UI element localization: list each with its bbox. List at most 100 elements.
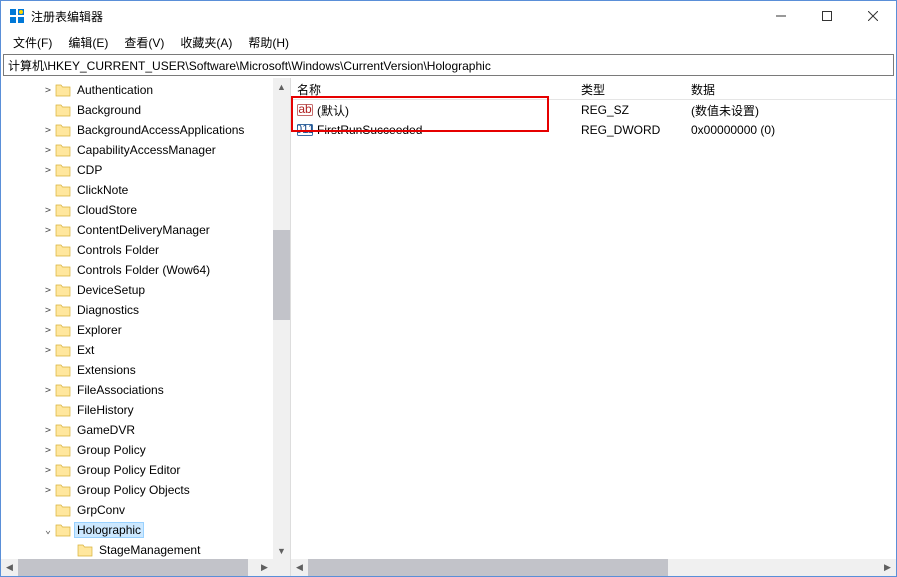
scroll-up-button[interactable]: ▲ <box>273 78 290 95</box>
tree-item[interactable]: > GameDVR <box>1 420 290 440</box>
menu-bar: 文件(F) 编辑(E) 查看(V) 收藏夹(A) 帮助(H) <box>1 31 896 53</box>
tree-item-label: CloudStore <box>75 203 139 217</box>
expand-icon[interactable]: > <box>41 85 55 96</box>
minimize-button[interactable] <box>758 1 804 31</box>
folder-icon <box>55 383 71 397</box>
expand-icon[interactable]: > <box>41 125 55 136</box>
tree-item[interactable]: Controls Folder (Wow64) <box>1 260 290 280</box>
tree-item[interactable]: >Group Policy Objects <box>1 480 290 500</box>
scroll-track[interactable] <box>273 95 290 542</box>
tree-item-label: StageManagement <box>97 543 202 557</box>
folder-icon <box>55 83 71 97</box>
folder-icon <box>55 203 71 217</box>
folder-icon <box>55 403 71 417</box>
expand-icon[interactable]: > <box>41 445 55 456</box>
tree-item-label: CapabilityAccessManager <box>75 143 218 157</box>
folder-icon <box>55 423 71 437</box>
tree-item-label: GameDVR <box>75 423 137 437</box>
values-list[interactable]: ab(默认)REG_SZ(数值未设置)011FirstRunSucceededR… <box>291 100 896 559</box>
tree-item[interactable]: >DeviceSetup <box>1 280 290 300</box>
tree-item[interactable]: Controls Folder <box>1 240 290 260</box>
tree-item-label: Explorer <box>75 323 124 337</box>
window-controls <box>758 1 896 31</box>
folder-icon <box>55 243 71 257</box>
expand-icon[interactable]: > <box>41 145 55 156</box>
scroll-right-button[interactable]: ▶ <box>256 559 273 576</box>
expand-icon[interactable]: > <box>41 465 55 476</box>
scroll-thumb[interactable] <box>308 559 668 576</box>
expand-icon[interactable]: > <box>41 485 55 496</box>
scroll-down-button[interactable]: ▼ <box>273 542 290 559</box>
tree-item-label: Controls Folder (Wow64) <box>75 263 212 277</box>
tree-item[interactable]: >Group Policy <box>1 440 290 460</box>
scroll-track[interactable] <box>18 559 256 576</box>
tree-item[interactable]: Background <box>1 100 290 120</box>
maximize-button[interactable] <box>804 1 850 31</box>
tree-item[interactable]: > CapabilityAccessManager <box>1 140 290 160</box>
menu-view[interactable]: 查看(V) <box>116 32 172 53</box>
scroll-right-button[interactable]: ▶ <box>879 559 896 576</box>
tree-item[interactable]: FileHistory <box>1 400 290 420</box>
address-bar[interactable]: 计算机\HKEY_CURRENT_USER\Software\Microsoft… <box>3 54 894 76</box>
tree-item-label: CDP <box>75 163 104 177</box>
scroll-left-button[interactable]: ◀ <box>291 559 308 576</box>
menu-favorites[interactable]: 收藏夹(A) <box>172 32 240 53</box>
main-split: > Authentication Background>BackgroundAcce… <box>1 78 896 576</box>
expand-icon[interactable]: > <box>41 285 55 296</box>
tree-item[interactable]: >Diagnostics <box>1 300 290 320</box>
tree-item[interactable]: > CloudStore <box>1 200 290 220</box>
title-bar: 注册表编辑器 <box>1 1 896 31</box>
tree-item[interactable]: >ContentDeliveryManager <box>1 220 290 240</box>
folder-icon <box>55 103 71 117</box>
menu-edit[interactable]: 编辑(E) <box>60 32 116 53</box>
collapse-icon[interactable]: ⌄ <box>41 525 55 536</box>
expand-icon[interactable]: > <box>41 345 55 356</box>
tree-item[interactable]: > Explorer <box>1 320 290 340</box>
menu-help[interactable]: 帮助(H) <box>240 32 297 53</box>
tree-item[interactable]: >FileAssociations <box>1 380 290 400</box>
value-row[interactable]: ab(默认)REG_SZ(数值未设置) <box>291 100 896 120</box>
list-horizontal-scrollbar[interactable]: ◀ ▶ <box>291 559 896 576</box>
tree-item[interactable]: >Ext <box>1 340 290 360</box>
tree-item[interactable]: GrpConv <box>1 500 290 520</box>
tree-item[interactable]: Extensions <box>1 360 290 380</box>
registry-tree[interactable]: > Authentication Background>BackgroundAcce… <box>1 78 290 559</box>
column-name[interactable]: 名称 <box>291 78 575 99</box>
tree-item[interactable]: StageManagement <box>1 540 290 559</box>
scroll-left-button[interactable]: ◀ <box>1 559 18 576</box>
folder-icon <box>77 543 93 557</box>
tree-item[interactable]: ⌄Holographic <box>1 520 290 540</box>
column-data[interactable]: 数据 <box>685 78 885 99</box>
expand-icon[interactable]: > <box>41 165 55 176</box>
value-data: (数值未设置) <box>685 102 885 119</box>
folder-icon <box>55 183 71 197</box>
expand-icon[interactable]: > <box>41 425 55 436</box>
expand-icon[interactable]: > <box>41 385 55 396</box>
menu-file[interactable]: 文件(F) <box>5 32 60 53</box>
folder-icon <box>55 263 71 277</box>
scroll-thumb[interactable] <box>273 230 290 320</box>
svg-text:011: 011 <box>297 122 313 136</box>
tree-horizontal-scrollbar[interactable]: ◀ ▶ <box>1 559 273 576</box>
scroll-track[interactable] <box>308 559 879 576</box>
tree-vertical-scrollbar[interactable]: ▲ ▼ <box>273 78 290 559</box>
value-type: REG_SZ <box>575 103 685 117</box>
value-data: 0x00000000 (0) <box>685 123 885 137</box>
tree-item[interactable]: ClickNote <box>1 180 290 200</box>
expand-icon[interactable]: > <box>41 305 55 316</box>
tree-item[interactable]: >Group Policy Editor <box>1 460 290 480</box>
column-type[interactable]: 类型 <box>575 78 685 99</box>
tree-item-label: GrpConv <box>75 503 127 517</box>
expand-icon[interactable]: > <box>41 225 55 236</box>
expand-icon[interactable]: > <box>41 325 55 336</box>
close-button[interactable] <box>850 1 896 31</box>
tree-item-label: Authentication <box>75 83 155 97</box>
scroll-thumb[interactable] <box>18 559 248 576</box>
tree-item[interactable]: >BackgroundAccessApplications <box>1 120 290 140</box>
value-row[interactable]: 011FirstRunSucceededREG_DWORD0x00000000 … <box>291 120 896 140</box>
folder-icon <box>55 323 71 337</box>
tree-item[interactable]: > Authentication <box>1 80 290 100</box>
folder-icon <box>55 523 71 537</box>
expand-icon[interactable]: > <box>41 205 55 216</box>
tree-item[interactable]: > CDP <box>1 160 290 180</box>
